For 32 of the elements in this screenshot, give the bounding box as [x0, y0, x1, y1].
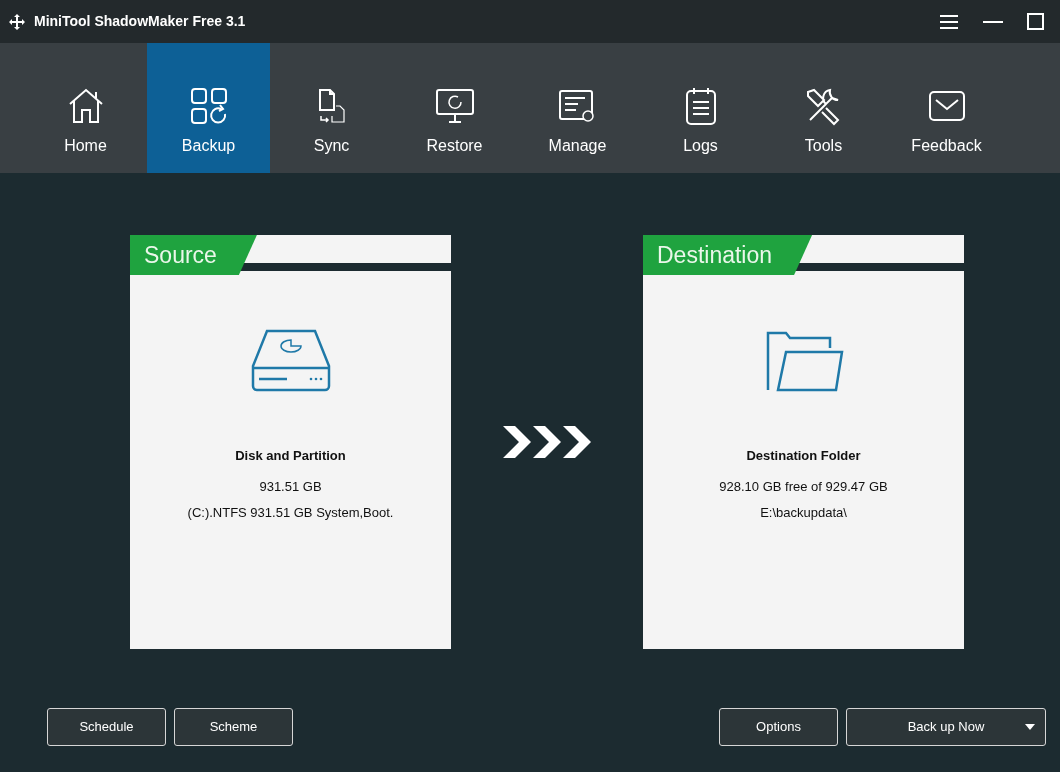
- panel-header: Source: [130, 235, 257, 275]
- chevrons-icon: [503, 426, 591, 458]
- nav-tab[interactable]: Restore: [393, 43, 516, 173]
- hard-drive-icon: [250, 328, 331, 392]
- footer-button[interactable]: Schedule: [47, 708, 166, 746]
- panel-title: Destination Folder: [746, 447, 861, 465]
- panel-detail: (C:).NTFS 931.51 GB System,Boot.: [187, 504, 394, 522]
- nav-tab[interactable]: Logs: [639, 43, 762, 173]
- menu-icon[interactable]: [939, 13, 959, 30]
- maximize-icon[interactable]: [1027, 13, 1044, 30]
- nav-tab[interactable]: Sync: [270, 43, 393, 173]
- panel-card[interactable]: Source Disk and Partition 931.51 GB (C:).NTFS 931.51 GB System,Boot.: [130, 235, 451, 649]
- panel-card[interactable]: Destination Destination Folder 928.10 GB free of 929.47 GB E:\backupdata\: [643, 235, 964, 649]
- panel-detail: E:\backupdata\: [760, 504, 847, 522]
- caret-icon[interactable]: [1025, 724, 1035, 730]
- window-title: MiniTool ShadowMaker Free 3.1: [34, 12, 246, 31]
- panel-header: Destination: [643, 235, 813, 275]
- nav-tab[interactable]: Tools: [762, 43, 885, 173]
- monitor-icon: [434, 86, 475, 126]
- nav-tab[interactable]: Backup: [147, 43, 270, 173]
- nav-tab[interactable]: Home: [24, 43, 147, 173]
- grid-icon: [188, 86, 229, 126]
- minimize-icon[interactable]: [983, 19, 1003, 24]
- panel-title: Disk and Partition: [235, 447, 346, 465]
- nav-tab[interactable]: Feedback: [885, 43, 1008, 173]
- nav-tab[interactable]: Manage: [516, 43, 639, 173]
- app-logo-icon: [8, 12, 26, 31]
- panel-detail: 928.10 GB free of 929.47 GB: [719, 477, 888, 496]
- footer-button[interactable]: Scheme: [174, 708, 293, 746]
- panel-detail: 931.51 GB: [259, 477, 322, 496]
- options-button[interactable]: Options: [719, 708, 838, 746]
- back-up-now-button[interactable]: Back up Now: [846, 708, 1046, 746]
